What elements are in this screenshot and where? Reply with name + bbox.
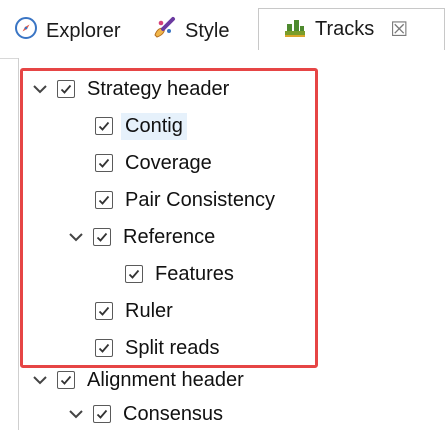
tree-item-split-reads[interactable]: Split reads xyxy=(95,330,224,366)
tree-item-ruler[interactable]: Ruler xyxy=(95,293,177,329)
tree-item-features[interactable]: Features xyxy=(125,256,238,292)
chevron-down-icon[interactable] xyxy=(29,84,51,94)
tree-item-label: Features xyxy=(155,262,234,285)
tab-tracks[interactable]: Tracks ☒ xyxy=(258,8,445,50)
checkbox[interactable] xyxy=(125,265,143,283)
tab-explorer[interactable]: Explorer xyxy=(14,14,120,48)
tree-item-contig[interactable]: Contig xyxy=(95,108,187,144)
tree-item-label: Coverage xyxy=(125,151,212,174)
tree-item-alignment-header[interactable]: Alignment header xyxy=(29,362,248,398)
tree-item-consensus[interactable]: Consensus xyxy=(65,396,227,432)
chevron-down-icon[interactable] xyxy=(65,232,87,242)
tree-item-strategy-header[interactable]: Strategy header xyxy=(29,71,233,107)
tree-item-label: Strategy header xyxy=(87,77,230,100)
tab-bar: Explorer Style Tracks ☒ xyxy=(0,0,445,59)
tab-style-label: Style xyxy=(185,19,230,42)
tree-item-pair-consistency[interactable]: Pair Consistency xyxy=(95,182,279,218)
tree-item-label: Contig xyxy=(121,112,187,140)
tab-tracks-label: Tracks xyxy=(315,18,375,40)
tree-item-label: Consensus xyxy=(123,402,224,425)
tree-item-label: Pair Consistency xyxy=(125,188,276,211)
tab-style[interactable]: Style xyxy=(151,14,229,48)
tree-item-coverage[interactable]: Coverage xyxy=(95,145,216,181)
tracks-icon xyxy=(283,15,307,45)
checkbox[interactable] xyxy=(57,80,75,98)
tab-explorer-label: Explorer xyxy=(46,19,121,42)
compass-icon xyxy=(14,16,38,46)
tree-item-label: Ruler xyxy=(125,299,173,322)
checkbox[interactable] xyxy=(95,191,113,209)
tree-item-label: Alignment header xyxy=(87,368,244,391)
checkbox[interactable] xyxy=(93,405,111,423)
chevron-down-icon[interactable] xyxy=(65,409,87,419)
tree-item-reference[interactable]: Reference xyxy=(65,219,219,255)
tracks-tree: Strategy header Contig Coverage Pair Con… xyxy=(18,58,445,430)
checkbox[interactable] xyxy=(95,339,113,357)
checkbox[interactable] xyxy=(95,302,113,320)
checkbox[interactable] xyxy=(57,371,75,389)
paint-brush-icon xyxy=(151,15,177,47)
checkbox[interactable] xyxy=(95,117,113,135)
close-icon[interactable]: ☒ xyxy=(390,17,408,42)
tree-item-label: Reference xyxy=(123,225,216,248)
tree-item-label: Split reads xyxy=(125,336,220,359)
checkbox[interactable] xyxy=(95,154,113,172)
chevron-down-icon[interactable] xyxy=(29,375,51,385)
checkbox[interactable] xyxy=(93,228,111,246)
